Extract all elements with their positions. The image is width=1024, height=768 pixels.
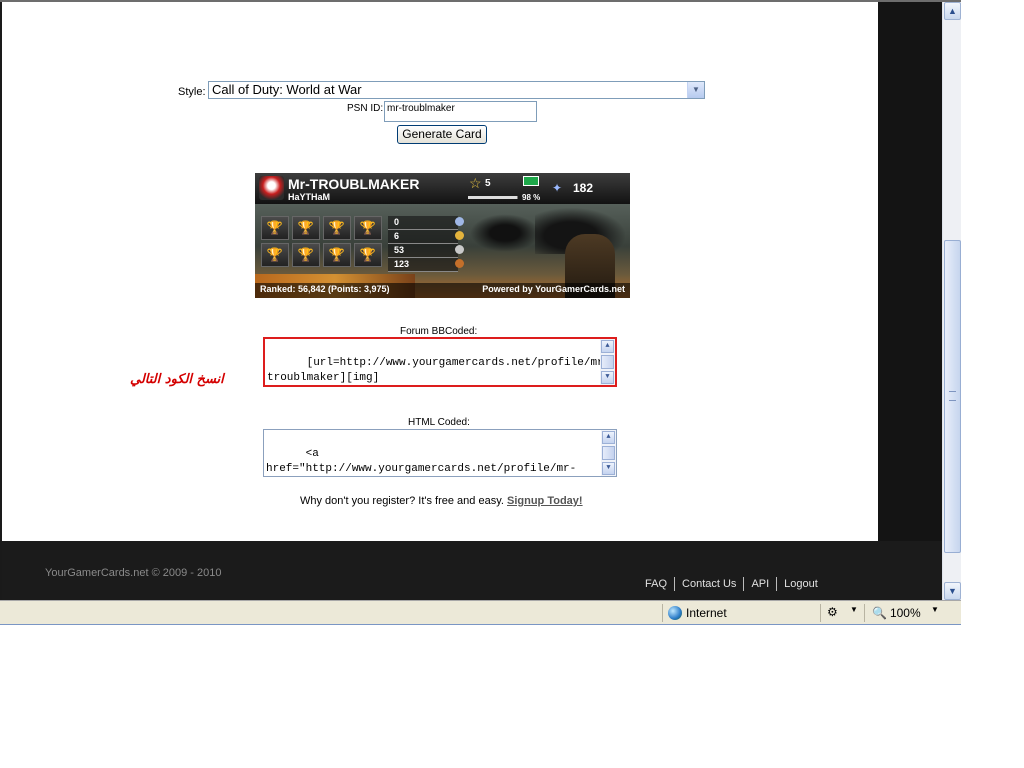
platinum-trophy-icon [455, 217, 464, 226]
silver-count: 53 [388, 244, 464, 258]
chevron-down-icon[interactable]: ▼ [850, 605, 858, 614]
trophy-icon: 🏆 [292, 243, 320, 267]
window-bottom-border [0, 624, 961, 625]
status-divider [864, 604, 865, 622]
scroll-down-icon[interactable]: ▼ [601, 371, 614, 384]
browser-window: Style: Call of Duty: World at War ▼ PSN … [0, 0, 961, 625]
security-zone[interactable]: Internet [668, 606, 727, 620]
chevron-down-icon[interactable]: ▼ [687, 82, 704, 98]
signup-link[interactable]: Signup Today! [507, 495, 583, 507]
zoom-control[interactable]: 🔍 100% [872, 606, 921, 620]
scroll-up-icon[interactable]: ▲ [602, 431, 615, 444]
protected-mode-icon[interactable]: ⚙ [827, 605, 838, 619]
psn-id-label: PSN ID: [347, 103, 384, 114]
style-label: Style: [178, 86, 206, 98]
status-divider [662, 604, 663, 622]
footer-link-api[interactable]: API [744, 578, 776, 590]
html-code-text: <a href="http://www.yourgamercards.net/p… [266, 448, 577, 475]
status-divider [820, 604, 821, 622]
card-level: 5 [485, 178, 491, 189]
html-code-scrollbar[interactable]: ▲ ▼ [601, 430, 616, 476]
scroll-thumb[interactable] [602, 446, 615, 460]
gamer-card: Mr-TROUBLMAKER HaYTHaM ☆ 5 98 % ✦ 182 🏆 … [255, 173, 630, 298]
bronze-count-value: 123 [394, 259, 410, 269]
grip-icon [949, 391, 956, 401]
scroll-up-icon[interactable]: ▲ [944, 2, 961, 20]
level-progress-bar [468, 196, 518, 199]
html-code-label: HTML Coded: [408, 417, 470, 428]
trophy-icon: 🏆 [354, 216, 382, 240]
copyright-text: YourGamerCards.net © 2009 - 2010 [45, 567, 222, 579]
arabic-instruction: انسخ الكود التالي [130, 372, 224, 387]
gold-count-value: 6 [394, 231, 400, 241]
avatar [259, 176, 284, 200]
bbcode-text: [url=http://www.yourgamercards.net/profi… [267, 357, 611, 384]
level-progress-text: 98 % [522, 193, 541, 202]
trophy-icon: 🏆 [292, 216, 320, 240]
bbcode-textarea[interactable]: [url=http://www.yourgamercards.net/profi… [263, 337, 617, 387]
bronze-trophy-icon [455, 259, 464, 268]
scroll-thumb[interactable] [944, 240, 961, 553]
bbcode-scrollbar[interactable]: ▲ ▼ [600, 339, 615, 385]
zoom-icon: 🔍 [872, 606, 887, 620]
zoom-level: 100% [889, 606, 921, 620]
level-progress-fill [468, 196, 517, 199]
register-text: Why don't you register? It's free and ea… [300, 495, 504, 507]
scroll-thumb[interactable] [601, 355, 614, 369]
card-ranked: Ranked: 56,842 (Points: 3,975) [260, 284, 390, 294]
trophy-counts: 0 6 53 123 [388, 216, 464, 272]
scroll-down-icon[interactable]: ▼ [944, 582, 961, 600]
register-prompt: Why don't you register? It's free and ea… [300, 495, 583, 507]
site-footer: YourGamerCards.net © 2009 - 2010 FAQ Con… [2, 541, 942, 600]
bbcode-label: Forum BBCoded: [400, 326, 478, 337]
status-bar: Internet ⚙ ▼ 🔍 100% ▼ [0, 600, 961, 625]
chevron-down-icon[interactable]: ▼ [931, 605, 939, 614]
star-icon: ☆ [469, 175, 482, 191]
trophy-icon: 🏆 [354, 243, 382, 267]
card-gamertag: Mr-TROUBLMAKER [288, 176, 420, 192]
card-real-name: HaYTHaM [288, 192, 331, 202]
palm-tree-shape [470, 214, 540, 252]
zone-label: Internet [686, 606, 727, 620]
card-points: 182 [573, 181, 594, 195]
silver-trophy-icon [455, 245, 464, 254]
platinum-count: 0 [388, 216, 464, 230]
style-select[interactable]: Call of Duty: World at War ▼ [208, 81, 705, 99]
page-side-background [878, 2, 942, 600]
bronze-count: 123 [388, 258, 464, 272]
flag-icon [523, 176, 539, 186]
html-code-textarea[interactable]: <a href="http://www.yourgamercards.net/p… [263, 429, 617, 477]
style-select-value: Call of Duty: World at War [212, 82, 362, 97]
recent-trophies: 🏆 🏆 🏆 🏆 🏆 🏆 🏆 🏆 [261, 216, 382, 267]
footer-link-contact[interactable]: Contact Us [675, 578, 743, 590]
page-scrollbar[interactable]: ▲ ▼ [942, 2, 961, 600]
trophy-icon: 🏆 [261, 216, 289, 240]
gold-count: 6 [388, 230, 464, 244]
psn-id-input[interactable]: mr-troublmaker [384, 101, 537, 122]
footer-nav: FAQ Contact Us API Logout [638, 577, 825, 591]
trophy-icon: 🏆 [261, 243, 289, 267]
gold-trophy-icon [455, 231, 464, 240]
card-footer: Ranked: 56,842 (Points: 3,975) Powered b… [255, 283, 630, 298]
globe-icon [668, 606, 682, 620]
card-powered-by: Powered by YourGamerCards.net [482, 284, 625, 294]
footer-link-faq[interactable]: FAQ [638, 578, 674, 590]
trophy-icon: 🏆 [323, 216, 351, 240]
generate-card-button[interactable]: Generate Card [397, 125, 487, 144]
scroll-up-icon[interactable]: ▲ [601, 340, 614, 353]
scroll-down-icon[interactable]: ▼ [602, 462, 615, 475]
trophy-icon: 🏆 [323, 243, 351, 267]
trophy-points-icon: ✦ [552, 181, 563, 195]
platinum-count-value: 0 [394, 217, 400, 227]
footer-link-logout[interactable]: Logout [777, 578, 825, 590]
page-content: Style: Call of Duty: World at War ▼ PSN … [2, 2, 878, 541]
silver-count-value: 53 [394, 245, 405, 255]
